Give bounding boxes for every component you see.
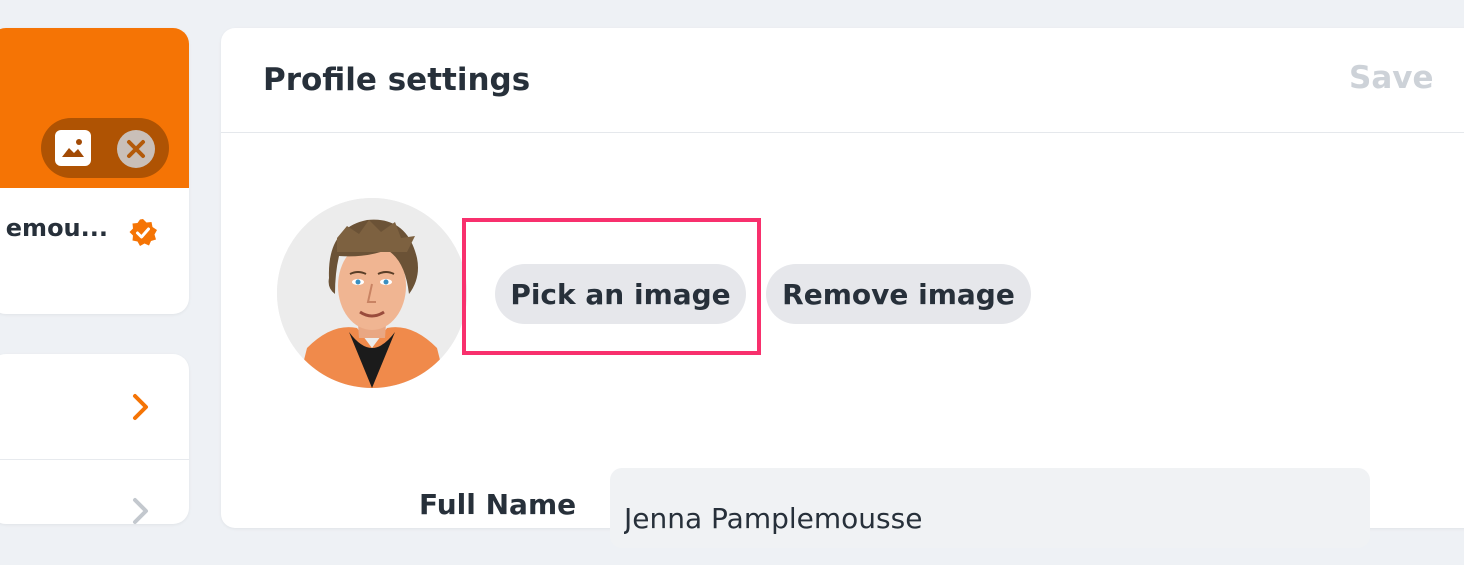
full-name-label: Full Name <box>419 488 577 521</box>
page-title: Profile settings <box>263 62 531 98</box>
full-name-field[interactable] <box>610 468 1370 548</box>
profile-banner <box>0 28 189 188</box>
save-button[interactable]: Save <box>1349 60 1433 96</box>
sidebar-nav <box>0 354 189 524</box>
verified-icon <box>128 218 158 248</box>
avatar <box>277 198 467 388</box>
banner-actions <box>41 118 169 178</box>
image-icon[interactable] <box>55 130 91 166</box>
sidebar-item[interactable] <box>0 460 189 565</box>
pick-image-button[interactable]: Pick an image <box>495 264 746 324</box>
sidebar-item[interactable] <box>0 354 189 460</box>
profile-name: emou... <box>5 214 108 242</box>
profile-card: emou... <box>0 28 189 314</box>
chevron-right-icon <box>130 496 152 530</box>
remove-image-button[interactable]: Remove image <box>766 264 1031 324</box>
profile-settings-panel: Profile settings Save Pick an image Remo… <box>221 28 1464 548</box>
panel-header: Profile settings Save <box>221 28 1464 133</box>
close-icon[interactable] <box>117 130 155 168</box>
chevron-right-icon <box>130 392 152 426</box>
avatar-illustration <box>277 198 467 388</box>
